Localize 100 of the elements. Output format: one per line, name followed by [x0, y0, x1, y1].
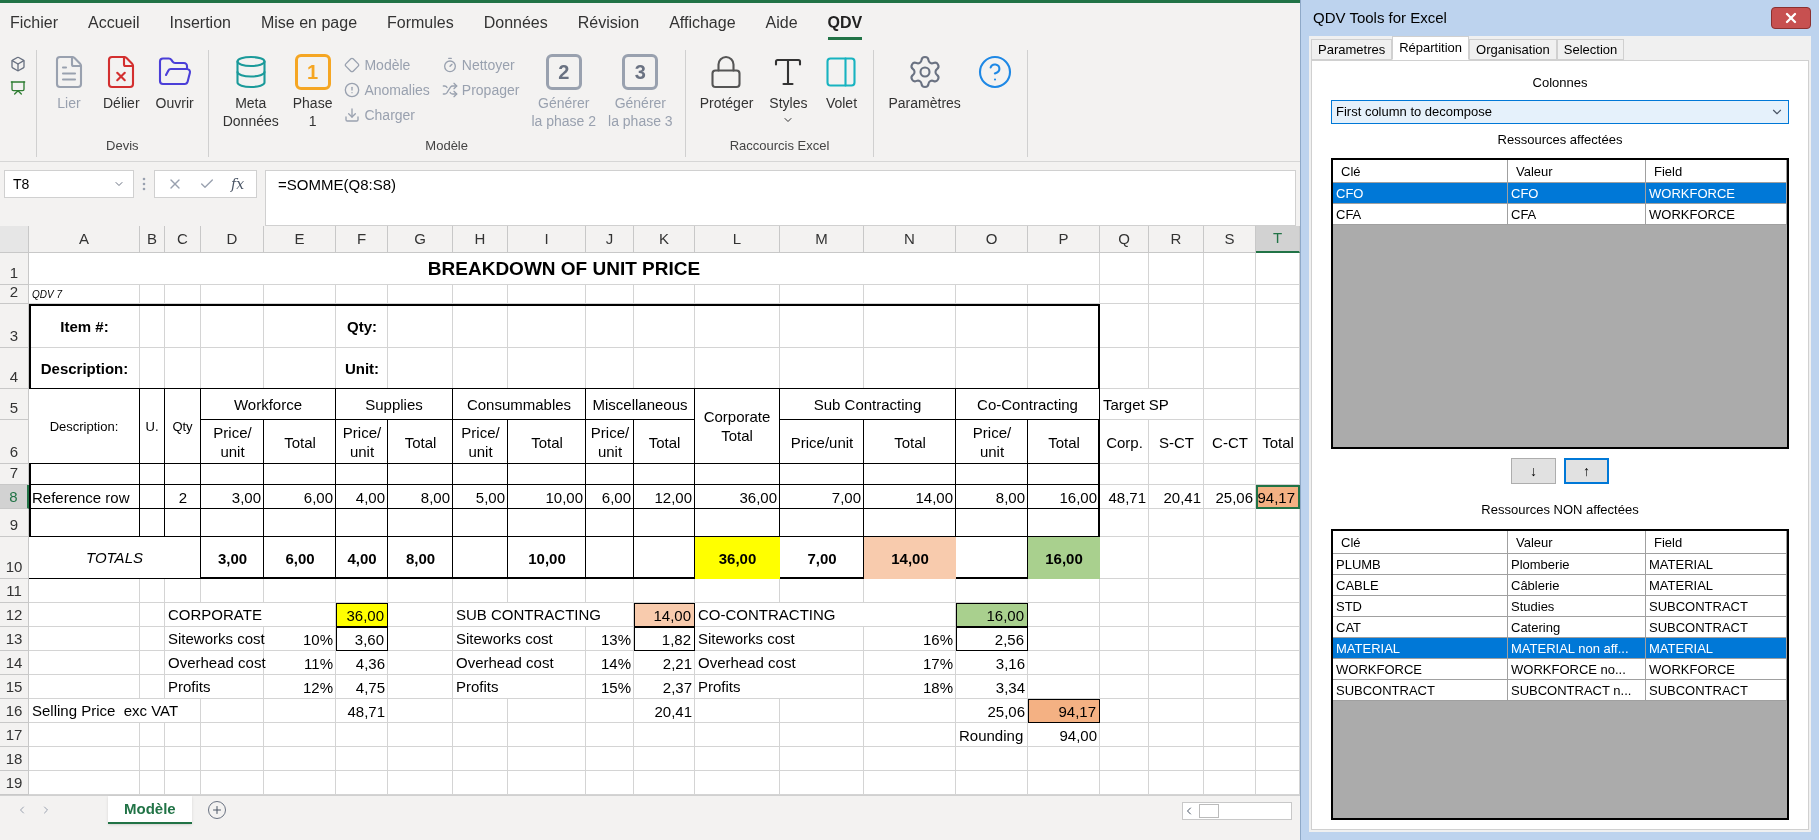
ribbon-button[interactable]: Meta Données — [216, 50, 285, 137]
column-header[interactable]: N — [864, 226, 956, 253]
ribbon-tab[interactable]: Affichage — [669, 11, 736, 40]
column-header[interactable]: Q — [1100, 226, 1149, 253]
dialog-tab[interactable]: Parametres — [1311, 39, 1393, 60]
row-header[interactable]: 6 — [0, 420, 29, 464]
ribbon-tab[interactable]: Fichier — [10, 11, 58, 40]
list-row[interactable]: SUBCONTRACT SUBCONTRACT n... SUBCONTRACT — [1333, 679, 1787, 701]
spreadsheet-cell-text: 12% — [301, 677, 334, 698]
column-header[interactable]: A — [29, 226, 140, 253]
column-header[interactable]: Field — [1646, 160, 1787, 182]
ribbon-tab[interactable]: QDV — [827, 11, 863, 40]
board-icon[interactable] — [10, 80, 26, 96]
sheet-tab[interactable]: Modèle — [108, 796, 192, 824]
column-header[interactable]: Field — [1646, 530, 1787, 553]
row-header[interactable]: 14 — [0, 651, 29, 675]
ribbon-button[interactable]: Volet — [817, 50, 866, 137]
list-row[interactable]: CFO CFO WORKFORCE — [1333, 183, 1787, 204]
row-header[interactable]: 11 — [0, 579, 29, 603]
row-header[interactable]: 7 — [0, 464, 29, 485]
list-row[interactable]: CFA CFA WORKFORCE — [1333, 204, 1787, 225]
column-header[interactable]: Valeur — [1508, 530, 1646, 553]
close-button[interactable] — [1771, 7, 1811, 29]
ribbon-button[interactable]: Ouvrir — [149, 50, 200, 137]
ribbon-button[interactable]: Délier — [97, 50, 146, 137]
row-header[interactable]: 8 — [0, 485, 29, 509]
row-header[interactable]: 9 — [0, 509, 29, 537]
cube-icon[interactable] — [10, 56, 26, 72]
move-button[interactable]: ↑ — [1564, 458, 1609, 485]
row-header[interactable]: 5 — [0, 389, 29, 420]
insert-function-button[interactable]: fx — [231, 173, 245, 195]
ribbon-tab[interactable]: Aide — [765, 11, 798, 40]
column-header[interactable]: K — [634, 226, 695, 253]
list-row[interactable]: WORKFORCE WORKFORCE no... WORKFORCE — [1333, 658, 1787, 680]
list-row[interactable]: PLUMB Plomberie MATERIAL — [1333, 553, 1787, 575]
row-header[interactable]: 2 — [0, 285, 29, 304]
column-header[interactable]: O — [956, 226, 1028, 253]
ribbon-tab[interactable]: Mise en page — [260, 11, 358, 40]
list-cell: SUBCONTRACT — [1646, 679, 1787, 700]
row-header[interactable]: 13 — [0, 627, 29, 651]
column-header[interactable]: R — [1149, 226, 1204, 253]
column-header[interactable]: B — [140, 226, 165, 253]
ribbon-button[interactable]: Paramètres — [882, 50, 967, 137]
ribbon-tab[interactable]: Données — [483, 11, 548, 40]
formula-field[interactable]: =SOMME(Q8:S8) — [265, 170, 1296, 226]
download-icon — [344, 107, 361, 123]
spreadsheet-cell-text: Total — [1047, 432, 1081, 453]
row-header[interactable]: 17 — [0, 723, 29, 747]
column-header[interactable]: P — [1028, 226, 1100, 253]
column-header[interactable]: M — [780, 226, 864, 253]
column-header[interactable]: I — [508, 226, 586, 253]
column-header[interactable]: Valeur — [1508, 160, 1646, 182]
list-row[interactable]: CAT Catering SUBCONTRACT — [1333, 616, 1787, 638]
name-box[interactable]: T8 — [4, 170, 134, 198]
ribbon-button[interactable]: 1 Phase 1 — [288, 50, 337, 137]
row-header[interactable]: 10 — [0, 537, 29, 579]
spreadsheet-cell-text: 14% — [599, 653, 632, 674]
horizontal-scrollbar[interactable] — [1182, 802, 1292, 820]
row-header[interactable]: 12 — [0, 603, 29, 627]
row-header[interactable]: 19 — [0, 771, 29, 795]
list-cell: WORKFORCE — [1333, 658, 1508, 679]
row-header[interactable]: 1 — [0, 253, 29, 285]
row-header[interactable]: 15 — [0, 675, 29, 699]
spreadsheet-cell-text: Total — [1261, 432, 1295, 453]
column-header[interactable]: F — [336, 226, 388, 253]
list-row[interactable]: MATERIAL MATERIAL non aff... MATERIAL — [1333, 637, 1787, 659]
ribbon-tab[interactable]: Insertion — [169, 11, 231, 40]
dialog-tab[interactable]: Répartition — [1392, 36, 1470, 60]
ribbon-tab[interactable]: Formules — [387, 11, 454, 40]
dialog-tab[interactable]: Selection — [1556, 39, 1625, 60]
move-button[interactable]: ↓ — [1511, 458, 1556, 485]
row-header[interactable]: 16 — [0, 699, 29, 723]
column-header[interactable]: C — [165, 226, 201, 253]
column-dropdown[interactable]: First column to decompose — [1331, 99, 1789, 124]
column-header[interactable]: S — [1204, 226, 1256, 253]
column-header[interactable]: D — [201, 226, 264, 253]
ribbon-button[interactable]: Styles — [763, 50, 814, 137]
list-row[interactable]: STD Studies SUBCONTRACT — [1333, 595, 1787, 617]
column-header[interactable]: Clé — [1333, 160, 1508, 182]
ribbon-button[interactable]: Protéger — [693, 50, 760, 137]
column-header[interactable]: L — [695, 226, 780, 253]
column-header[interactable]: J — [586, 226, 634, 253]
column-header[interactable]: H — [453, 226, 508, 253]
row-header[interactable]: 4 — [0, 348, 29, 389]
list-row[interactable]: CABLE Câblerie MATERIAL — [1333, 574, 1787, 596]
row-header[interactable]: 3 — [0, 304, 29, 348]
spreadsheet-cell-text: Description: — [39, 359, 130, 379]
spreadsheet-cell-text: 4,00 — [346, 548, 378, 569]
ribbon-tab[interactable]: Accueil — [88, 11, 140, 40]
select-all-corner[interactable] — [0, 226, 29, 253]
column-header[interactable]: T — [1256, 226, 1300, 253]
column-header[interactable]: Clé — [1333, 530, 1508, 553]
ribbon-tab[interactable]: Révision — [577, 11, 640, 40]
dialog-tab[interactable]: Organisation — [1469, 39, 1557, 60]
list-cell: MATERIAL — [1646, 574, 1787, 595]
spreadsheet-cell-text: Reference row — [31, 487, 131, 508]
row-header[interactable]: 18 — [0, 747, 29, 771]
column-header[interactable]: E — [264, 226, 336, 253]
section-label: Colonnes — [1531, 74, 1589, 92]
column-header[interactable]: G — [388, 226, 453, 253]
